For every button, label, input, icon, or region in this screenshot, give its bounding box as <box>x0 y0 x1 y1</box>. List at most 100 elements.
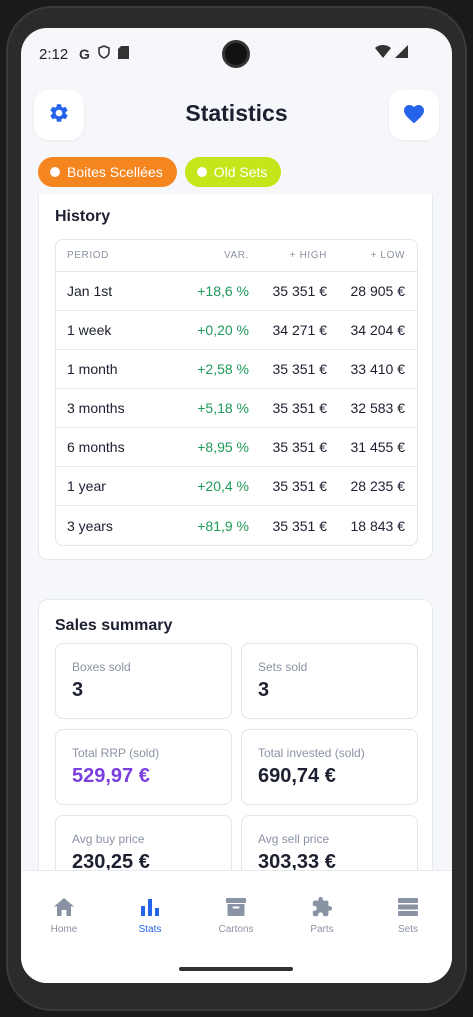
shield-icon <box>98 45 110 62</box>
history-card: History PERIOD VAR. + HIGH + LOW Jan 1st… <box>38 194 433 560</box>
chip-dot <box>50 167 60 177</box>
column-header-low: + LOW <box>370 250 405 261</box>
archive-box-icon <box>193 895 279 919</box>
row-high: 35 351 € <box>272 361 328 377</box>
row-high: 35 351 € <box>272 400 328 416</box>
chip-label: Old Sets <box>213 164 268 180</box>
stat-label: Avg buy price <box>72 832 145 846</box>
table-row: 1 year +20,4 % 35 351 € 28 235 € <box>56 467 417 506</box>
row-var: +0,20 % <box>197 322 249 338</box>
nav-label: Parts <box>310 924 334 935</box>
filter-chip-boites-scellees[interactable]: Boites Scellées <box>38 157 177 187</box>
puzzle-piece-icon <box>279 895 365 919</box>
table-row: 1 month +2,58 % 35 351 € 33 410 € <box>56 350 417 389</box>
stat-label: Total RRP (sold) <box>72 746 160 760</box>
row-var: +18,6 % <box>197 283 249 299</box>
stat-label: Total invested (sold) <box>258 746 365 760</box>
scroll-content[interactable]: History PERIOD VAR. + HIGH + LOW Jan 1st… <box>21 194 452 870</box>
status-bar: 2:12 G <box>21 28 452 80</box>
stat-value: 3 <box>72 679 84 701</box>
row-high: 35 351 € <box>272 517 328 534</box>
row-high: 35 351 € <box>272 283 328 299</box>
google-icon: G <box>79 45 90 62</box>
row-period: 3 months <box>67 400 125 416</box>
heart-icon <box>402 102 426 129</box>
nav-label: Sets <box>397 924 418 935</box>
table-row: 3 years +81,9 % 35 351 € 18 843 € <box>56 506 417 545</box>
screen: 2:12 G Statistics Boites Scellées Old Se… <box>21 28 452 983</box>
row-var: +2,58 % <box>197 361 249 377</box>
app-header: Statistics <box>21 88 452 142</box>
home-indicator[interactable] <box>179 967 293 971</box>
history-table: PERIOD VAR. + HIGH + LOW Jan 1st +18,6 %… <box>55 239 418 546</box>
table-row: 6 months +8,95 % 35 351 € 31 455 € <box>56 428 417 467</box>
row-period: 3 years <box>67 517 113 534</box>
list-icon <box>365 895 451 919</box>
table-row: 3 months +5,18 % 35 351 € 32 583 € <box>56 389 417 428</box>
nav-item-stats[interactable]: Stats <box>107 895 193 935</box>
table-header: PERIOD VAR. + HIGH + LOW <box>56 240 417 272</box>
favorites-button[interactable] <box>389 90 439 140</box>
nav-label: Home <box>50 924 78 935</box>
signal-icon <box>395 45 408 63</box>
row-period: 1 week <box>67 322 112 338</box>
stat-avg-buy-price: Avg buy price 230,25 € <box>55 815 232 870</box>
column-header-high: + HIGH <box>289 250 327 261</box>
stat-total-invested: Total invested (sold) 690,74 € <box>241 729 418 805</box>
row-low: 28 235 € <box>350 478 406 494</box>
nav-label: Stats <box>138 924 162 935</box>
stat-value: 529,97 € <box>72 765 150 787</box>
sales-summary-title: Sales summary <box>55 617 173 634</box>
row-var: +20,4 % <box>197 478 249 494</box>
stat-value: 230,25 € <box>72 851 150 870</box>
stat-sets-sold: Sets sold 3 <box>241 643 418 719</box>
wifi-icon <box>375 45 391 63</box>
filter-chips: Boites Scellées Old Sets <box>38 157 282 187</box>
filter-chip-old-sets[interactable]: Old Sets <box>184 157 282 187</box>
sales-summary-card: Sales summary Boxes sold 3 Sets sold 3 T… <box>38 599 433 870</box>
stat-label: Boxes sold <box>72 660 131 674</box>
row-high: 35 351 € <box>272 439 328 455</box>
row-low: 33 410 € <box>350 361 406 377</box>
row-low: 18 843 € <box>350 517 406 534</box>
stat-boxes-sold: Boxes sold 3 <box>55 643 232 719</box>
chip-label: Boites Scellées <box>67 164 163 180</box>
row-low: 31 455 € <box>350 439 406 455</box>
row-period: 1 year <box>67 478 106 494</box>
stat-label: Avg sell price <box>258 832 330 846</box>
row-period: 1 month <box>67 361 118 377</box>
row-high: 35 351 € <box>272 478 328 494</box>
row-period: Jan 1st <box>67 283 113 299</box>
stat-avg-sell-price: Avg sell price 303,33 € <box>241 815 418 870</box>
nav-item-home[interactable]: Home <box>21 895 107 935</box>
bar-chart-icon <box>107 895 193 919</box>
nav-label: Cartons <box>218 924 254 935</box>
nav-item-sets[interactable]: Sets <box>365 895 451 935</box>
table-row: 1 week +0,20 % 34 271 € 34 204 € <box>56 311 417 350</box>
table-row: Jan 1st +18,6 % 35 351 € 28 905 € <box>56 272 417 311</box>
row-var: +81,9 % <box>197 517 249 534</box>
nav-item-cartons[interactable]: Cartons <box>193 895 279 935</box>
stat-value: 690,74 € <box>258 765 336 787</box>
column-header-var: VAR. <box>224 250 249 261</box>
row-var: +5,18 % <box>197 400 249 416</box>
nav-item-parts[interactable]: Parts <box>279 895 365 935</box>
stat-total-rrp: Total RRP (sold) 529,97 € <box>55 729 232 805</box>
row-low: 34 204 € <box>350 322 406 338</box>
stat-value: 303,33 € <box>258 851 336 870</box>
status-icons-left: G <box>79 45 129 62</box>
column-header-period: PERIOD <box>67 250 109 261</box>
page-title: Statistics <box>185 100 288 126</box>
row-high: 34 271 € <box>272 322 328 338</box>
chip-dot <box>196 167 207 177</box>
row-low: 28 905 € <box>350 283 406 299</box>
sd-card-icon <box>117 45 129 62</box>
stat-label: Sets sold <box>258 660 308 674</box>
row-low: 32 583 € <box>350 400 406 416</box>
row-var: +8,95 % <box>197 439 249 455</box>
camera-cutout <box>222 40 250 68</box>
stat-value: 3 <box>258 679 270 701</box>
history-title: History <box>55 208 111 225</box>
home-icon <box>21 895 107 919</box>
row-period: 6 months <box>67 439 125 455</box>
